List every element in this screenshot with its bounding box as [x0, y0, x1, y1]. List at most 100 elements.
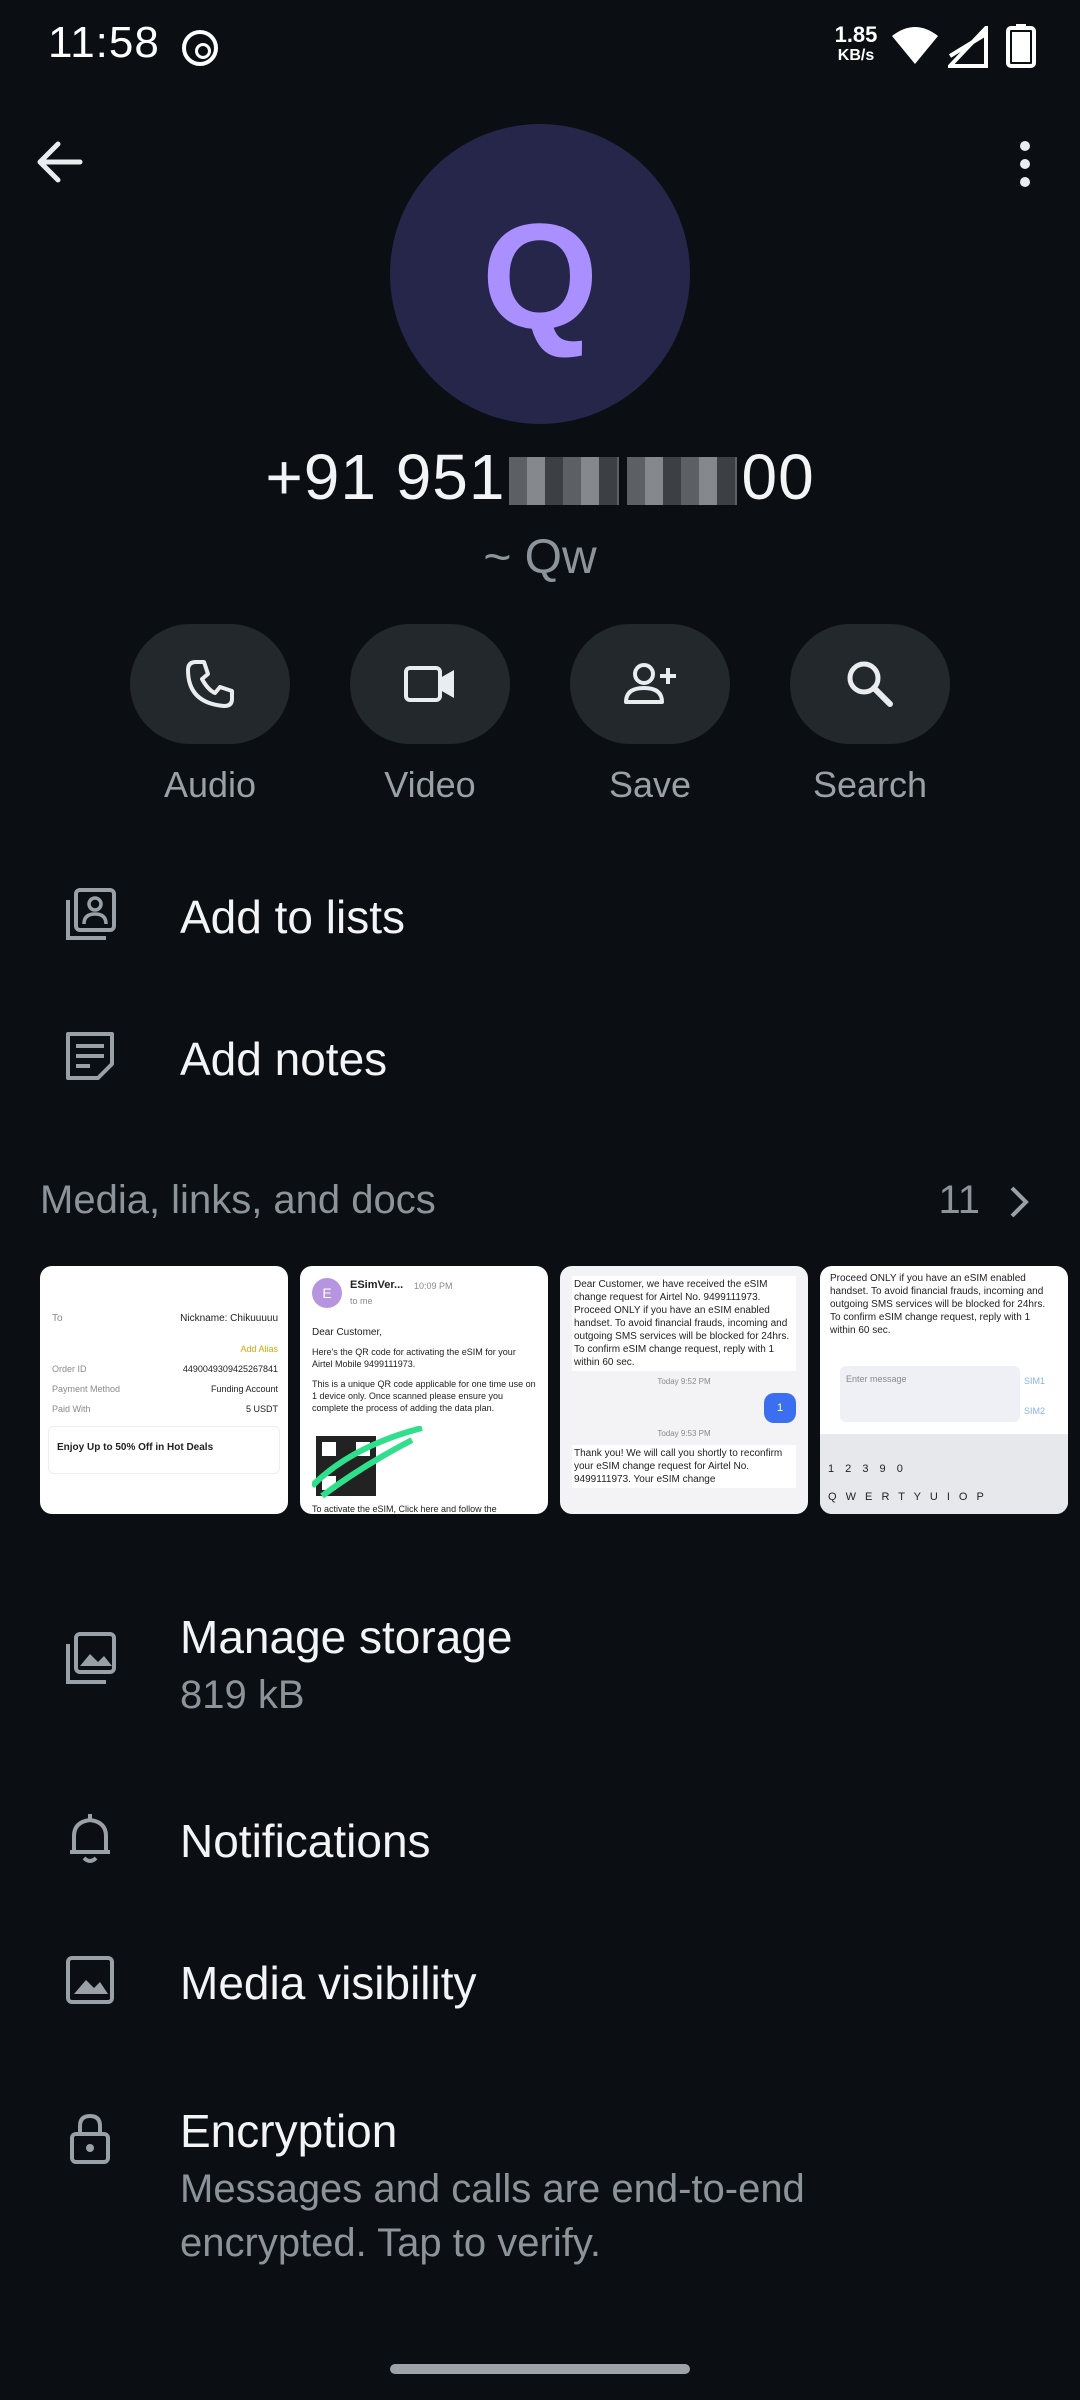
save-contact-button[interactable]: Save	[570, 624, 730, 806]
manage-storage-row[interactable]: Manage storage 819 kB	[0, 1604, 1080, 1724]
status-bar: 11:58 1.85 KB/s	[0, 0, 1080, 95]
audio-call-button[interactable]: Audio	[130, 624, 290, 806]
do-not-disturb-icon	[182, 30, 218, 66]
add-person-icon	[624, 663, 676, 704]
email-to-me: to me	[350, 1296, 373, 1306]
audio-label: Audio	[163, 764, 257, 805]
save-contact-pill[interactable]	[570, 624, 730, 744]
wifi-icon	[892, 27, 938, 64]
paid-with-value: 5 USDT	[245, 1404, 278, 1414]
media-thumbnails: To Nickname: Chikuuuuu Add Alias Order I…	[40, 1266, 1080, 1516]
promo-banner: Enjoy Up to 50% Off in Hot Deals	[48, 1426, 280, 1474]
payment-method-label: Payment Method	[52, 1384, 121, 1394]
network-speed-value: 1.85	[834, 22, 878, 47]
back-button[interactable]	[30, 132, 90, 192]
video-icon	[404, 666, 454, 702]
media-visibility-row[interactable]: Media visibility	[0, 1946, 1080, 2016]
search-pill[interactable]	[790, 624, 950, 744]
add-alias-link: Add Alias	[240, 1344, 278, 1354]
network-speed: 1.85 KB/s	[834, 24, 878, 66]
media-title: Media, links, and docs	[40, 1178, 436, 1222]
video-label: Video	[384, 764, 476, 805]
order-id-value: 4490049309425267841	[182, 1364, 278, 1374]
phone-number-suffix: 00	[741, 441, 815, 513]
video-call-button[interactable]: Video	[350, 624, 510, 806]
add-to-lists-label: Add to lists	[180, 891, 405, 943]
search-icon	[847, 661, 893, 707]
chevron-right-icon	[1010, 1186, 1029, 1218]
manage-storage-label: Manage storage	[180, 1611, 513, 1663]
battery-icon	[1006, 24, 1036, 68]
media-visibility-label: Media visibility	[180, 1957, 477, 2009]
search-label: Search	[812, 764, 928, 805]
bell-icon	[60, 1808, 120, 1868]
sim2-label: SIM2	[1024, 1406, 1046, 1416]
email-body-2: This is a unique QR code applicable for …	[312, 1379, 536, 1413]
phone-number-prefix: +91 951	[265, 441, 506, 513]
photo-library-icon	[60, 1628, 120, 1688]
message-input: Enter message	[840, 1366, 1020, 1422]
media-links-docs-header[interactable]: Media, links, and docs 11	[40, 1178, 1040, 1238]
sms-time-1: Today 9:52 PM	[657, 1377, 711, 1386]
sim1-label: SIM1	[1024, 1376, 1046, 1386]
contact-avatar[interactable]: Q	[390, 124, 690, 424]
save-label: Save	[608, 764, 692, 805]
sender-avatar: E	[312, 1278, 342, 1308]
sms-reply-bubble: 1	[764, 1393, 796, 1423]
order-id-label: Order ID	[52, 1364, 87, 1374]
encryption-label: Encryption	[180, 2105, 398, 2157]
avatar-letter: Q	[481, 192, 599, 360]
add-notes-label: Add notes	[180, 1033, 388, 1085]
lock-icon	[60, 2108, 120, 2168]
media-thumbnail[interactable]: To Nickname: Chikuuuuu Add Alias Order I…	[40, 1266, 288, 1514]
media-thumbnail[interactable]: E ESimVer... 10:09 PM to me Dear Custome…	[300, 1266, 548, 1514]
keyboard-number-row: 1 2 3 9 0	[828, 1463, 907, 1475]
network-speed-unit: KB/s	[837, 47, 875, 64]
image-icon	[60, 1950, 120, 2010]
more-vert-icon	[1020, 141, 1030, 187]
email-time: 10:09 PM	[414, 1281, 453, 1291]
phone-number: +91 951 00	[0, 440, 1080, 514]
keyboard: 1 2 3 9 0 Q W E R T Y U I O P	[820, 1434, 1068, 1514]
email-sender: ESimVer...	[350, 1279, 404, 1291]
media-thumbnail[interactable]: Proceed ONLY if you have an eSIM enabled…	[820, 1266, 1068, 1514]
more-options-button[interactable]	[1000, 132, 1050, 192]
encryption-description: Messages and calls are end-to-end encryp…	[180, 2167, 805, 2265]
promo-text: Enjoy Up to 50% Off in Hot Deals	[57, 1442, 214, 1453]
sms-message-2: Thank you! We will call you shortly to r…	[572, 1445, 796, 1488]
media-count: 11	[938, 1178, 980, 1222]
status-time: 11:58	[48, 18, 160, 67]
notifications-row[interactable]: Notifications	[0, 1804, 1080, 1874]
sms-message-1: Dear Customer, we have received the eSIM…	[572, 1276, 796, 1371]
audio-call-pill[interactable]	[130, 624, 290, 744]
notifications-label: Notifications	[180, 1815, 431, 1867]
home-indicator[interactable]	[390, 2364, 690, 2374]
to-label: To	[52, 1313, 63, 1324]
encryption-row[interactable]: Encryption Messages and calls are end-to…	[0, 2100, 1080, 2280]
cellular-signal-icon	[948, 26, 988, 68]
keyboard-letter-row: Q W E R T Y U I O P	[828, 1491, 987, 1503]
payment-method-value: Funding Account	[210, 1384, 278, 1394]
notes-icon	[60, 1026, 120, 1086]
search-button[interactable]: Search	[790, 624, 950, 806]
redacted-digits	[627, 457, 738, 505]
email-body-1: Here's the QR code for activating the eS…	[312, 1347, 516, 1369]
email-greeting: Dear Customer,	[312, 1327, 383, 1338]
sms-message: Proceed ONLY if you have an eSIM enabled…	[830, 1273, 1046, 1336]
sms-time-2: Today 9:53 PM	[657, 1429, 711, 1438]
storage-size: 819 kB	[180, 1673, 305, 1717]
media-thumbnail[interactable]: Dear Customer, we have received the eSIM…	[560, 1266, 808, 1514]
paid-with-label: Paid With	[52, 1404, 91, 1414]
phone-icon	[186, 660, 234, 708]
push-name: ~ Qw	[483, 531, 597, 584]
video-call-pill[interactable]	[350, 624, 510, 744]
add-notes-row[interactable]: Add notes	[0, 1022, 1080, 1092]
to-value: Nickname: Chikuuuuu	[180, 1313, 278, 1324]
email-footer: To activate the eSIM, Click here and fol…	[312, 1504, 497, 1514]
redacted-digits	[509, 457, 620, 505]
lists-icon	[60, 884, 120, 944]
arrow-back-icon	[37, 141, 83, 183]
qr-code-image	[312, 1426, 423, 1499]
add-to-lists-row[interactable]: Add to lists	[0, 880, 1080, 950]
contact-info-screen: 11:58 1.85 KB/s Q +91 951 00 ~ Qw Audio …	[0, 0, 1080, 2400]
